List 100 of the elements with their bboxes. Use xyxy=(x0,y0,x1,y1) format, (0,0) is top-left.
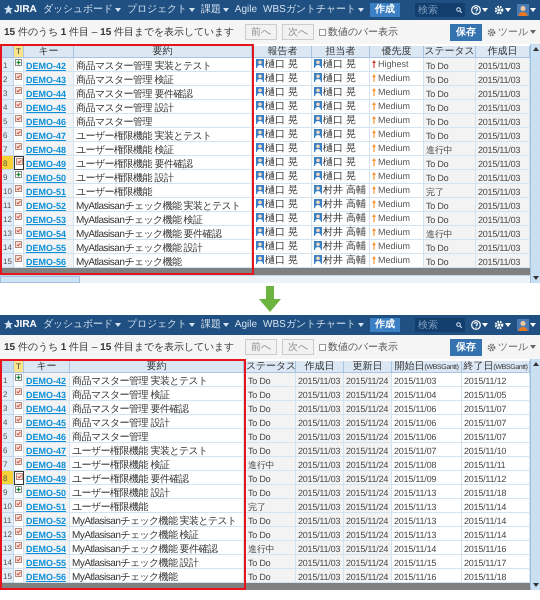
row-number[interactable]: 14 xyxy=(2,555,14,569)
help-menu[interactable] xyxy=(471,5,488,15)
table-cell: 2015/11/16 xyxy=(464,544,506,554)
caret-icon xyxy=(530,345,536,349)
table-cell: 2015/11/24 xyxy=(346,516,388,526)
table-cell: To Do xyxy=(248,516,270,526)
row-number[interactable]: 11 xyxy=(2,198,14,212)
person-name: 樋口 晃 xyxy=(323,143,356,154)
nav-menu[interactable]: ダッシュボード xyxy=(42,5,121,15)
summary-text: 商品マスター管理 設計 xyxy=(76,103,174,113)
nav-menu[interactable]: 課題 xyxy=(200,320,229,330)
summary-text: 商品マスター管理 xyxy=(72,432,148,442)
row-number[interactable]: 5 xyxy=(2,114,14,128)
user-menu[interactable] xyxy=(517,4,536,16)
row-number[interactable]: 3 xyxy=(2,401,14,415)
person-name: 樋口 晃 xyxy=(323,115,356,126)
row-number[interactable]: 2 xyxy=(2,72,14,86)
settings-menu[interactable] xyxy=(494,320,511,330)
tools-menu[interactable]: ツール xyxy=(487,340,536,354)
column-header[interactable]: 担当者 xyxy=(312,46,370,57)
row-number[interactable]: 1 xyxy=(2,373,14,387)
person-name: 樋口 晃 xyxy=(265,213,298,224)
row-number[interactable]: 4 xyxy=(2,100,14,114)
row-number[interactable]: 8 xyxy=(2,156,14,170)
next-button[interactable]: 次へ xyxy=(282,339,314,355)
gear-icon xyxy=(487,28,496,36)
row-number[interactable]: 15 xyxy=(2,254,14,268)
row-number[interactable]: 5 xyxy=(2,429,14,443)
column-header[interactable]: キー xyxy=(24,46,74,57)
tools-menu[interactable]: ツール xyxy=(487,24,536,40)
next-button[interactable]: 次へ xyxy=(282,24,314,40)
table-cell: 2015/11/09 xyxy=(394,474,436,484)
settings-menu[interactable] xyxy=(494,5,511,15)
nav-menu[interactable]: WBSガントチャート xyxy=(263,320,364,330)
row-number[interactable]: 3 xyxy=(2,86,14,100)
row-number[interactable]: 10 xyxy=(2,184,14,198)
search-input[interactable]: 検索 xyxy=(418,320,454,330)
checkbox[interactable] xyxy=(319,344,326,350)
row-number[interactable]: 7 xyxy=(2,457,14,471)
row-number[interactable]: 10 xyxy=(2,499,14,513)
row-number[interactable]: 1 xyxy=(2,58,14,72)
column-header[interactable]: ステータス xyxy=(246,361,296,372)
table-cell: To Do xyxy=(426,117,448,127)
column-header[interactable]: T xyxy=(14,46,24,57)
column-header[interactable]: 報告者 xyxy=(254,46,312,57)
row-number[interactable]: 12 xyxy=(2,212,14,226)
create-button[interactable]: 作成 xyxy=(370,318,400,332)
save-button[interactable]: 保存 xyxy=(450,338,482,356)
column-header[interactable]: T xyxy=(14,361,24,372)
row-number[interactable]: 15 xyxy=(2,569,14,583)
nav-menu[interactable]: WBSガントチャート xyxy=(263,5,364,15)
summary-text: 商品マスター管理 検証 xyxy=(72,390,170,400)
column-header[interactable]: 要約 xyxy=(70,361,244,372)
previous-button[interactable]: 前へ xyxy=(245,24,278,40)
row-number[interactable]: 4 xyxy=(2,415,14,429)
row-number[interactable]: 14 xyxy=(2,240,14,254)
create-button[interactable]: 作成 xyxy=(370,3,400,17)
row-number[interactable]: 9 xyxy=(2,170,14,184)
priority-text: Medium xyxy=(378,115,410,126)
row-number[interactable]: 13 xyxy=(2,226,14,240)
priority-text: Medium xyxy=(378,227,410,238)
person-name: 樋口 晃 xyxy=(323,171,356,182)
previous-button[interactable]: 前へ xyxy=(245,339,278,355)
column-header[interactable]: キー xyxy=(24,361,70,372)
user-menu[interactable] xyxy=(517,319,536,331)
save-button[interactable]: 保存 xyxy=(450,24,482,40)
nav-menu[interactable]: プロジェクト xyxy=(126,320,195,330)
nav-menu[interactable]: 課題 xyxy=(200,5,229,15)
row-number[interactable]: 8 xyxy=(2,471,14,485)
caret-icon xyxy=(114,8,121,12)
row-number[interactable]: 12 xyxy=(2,527,14,541)
row-number[interactable]: 6 xyxy=(2,128,14,142)
column-header[interactable]: ステータス xyxy=(424,46,476,57)
row-number[interactable]: 9 xyxy=(2,485,14,499)
table-cell: To Do xyxy=(426,243,448,253)
search-field[interactable]: 検索 xyxy=(415,3,465,17)
table-cell: 2015/11/03 xyxy=(478,89,520,99)
column-header[interactable]: 要約 xyxy=(74,46,252,57)
caret-icon xyxy=(482,8,488,12)
search-field[interactable]: 検索 xyxy=(415,318,465,332)
search-input[interactable]: 検索 xyxy=(418,4,454,16)
table-cell: 2015/11/12 xyxy=(464,474,506,484)
table-cell: 2015/11/07 xyxy=(464,404,506,414)
row-number[interactable]: 11 xyxy=(2,513,14,527)
table-cell: 2015/11/24 xyxy=(346,544,388,554)
person-name: 樋口 晃 xyxy=(323,59,356,70)
row-number[interactable]: 7 xyxy=(2,142,14,156)
nav-menu[interactable]: Agile xyxy=(234,320,258,330)
nav-menu[interactable]: Agile xyxy=(234,5,258,15)
row-number[interactable]: 2 xyxy=(2,387,14,401)
help-menu[interactable] xyxy=(471,320,488,330)
table-cell: 2015/11/03 xyxy=(298,558,340,568)
table-cell: 2015/11/24 xyxy=(346,474,388,484)
nav-menu[interactable]: プロジェクト xyxy=(126,5,195,15)
nav-menu[interactable]: ダッシュボード xyxy=(42,320,121,330)
checkbox[interactable] xyxy=(319,28,326,36)
row-number[interactable]: 13 xyxy=(2,541,14,555)
column-header[interactable]: 作成日 xyxy=(296,361,344,372)
table-cell: To Do xyxy=(248,432,270,442)
row-number[interactable]: 6 xyxy=(2,443,14,457)
